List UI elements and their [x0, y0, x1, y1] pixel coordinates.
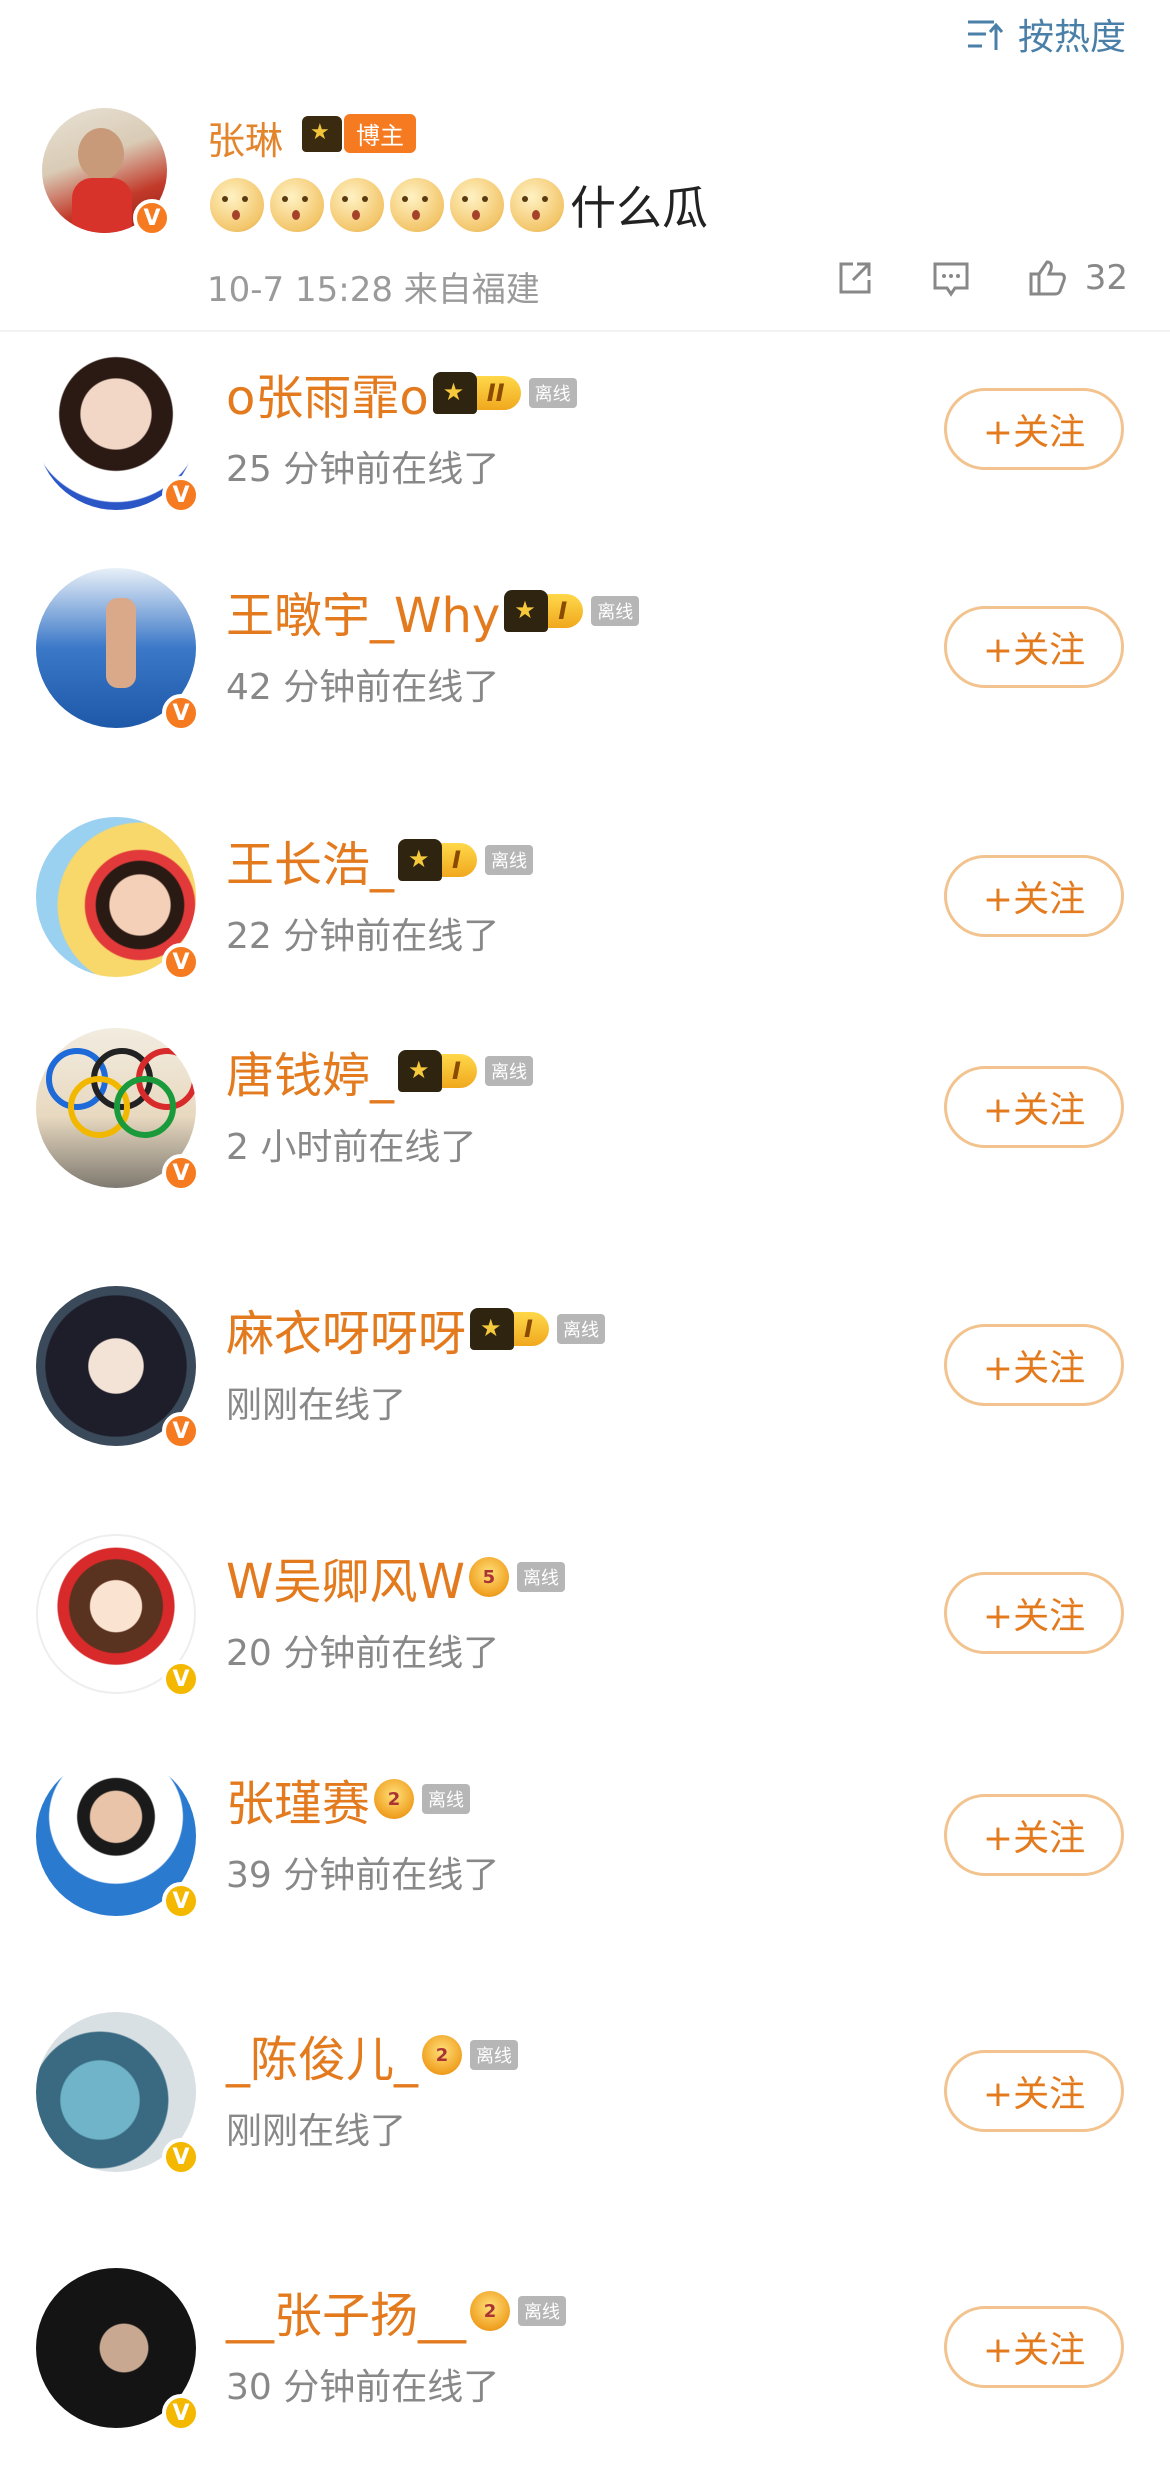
online-status: 30 分钟前在线了 [226, 2367, 500, 2408]
sort-label: 按热度 [1017, 17, 1126, 58]
online-status: 42 分钟前在线了 [226, 667, 500, 708]
follow-button[interactable]: +关注 [944, 1066, 1124, 1148]
user-name[interactable]: __张子扬__ [226, 2276, 466, 2346]
user-name[interactable]: _陈俊儿_ [226, 2020, 418, 2090]
verified-badge: V [162, 2394, 200, 2432]
offline-tag: 离线 [484, 1056, 533, 1086]
comment-date: 10-7 15:28 [207, 270, 393, 310]
comment-text: 什么瓜 [210, 172, 708, 238]
comment-body: 什么瓜 [570, 181, 708, 235]
crown-icon [432, 372, 477, 414]
user-name[interactable]: W吴卿风W [226, 1542, 465, 1612]
thumbs-up-icon [1029, 260, 1066, 296]
verified-badge: V [162, 1154, 200, 1192]
verified-badge: V [162, 1660, 200, 1698]
thinking-emoji-icon [390, 178, 444, 232]
follow-button[interactable]: +关注 [944, 1324, 1124, 1406]
thinking-emoji-icon [270, 178, 324, 232]
level-badge: I [504, 590, 584, 632]
offline-tag: 离线 [470, 2040, 519, 2070]
comment-actions: 32 [833, 256, 1128, 300]
verified-badge: V [133, 199, 171, 237]
avatar[interactable]: V [36, 1286, 200, 1450]
comment-author-avatar[interactable]: V [42, 108, 171, 237]
level-badge: I [398, 839, 477, 881]
like-button[interactable]: 32 [1025, 256, 1128, 300]
avatar[interactable]: V [36, 568, 200, 732]
user-name[interactable]: 麻衣呀呀呀 [226, 1294, 466, 1364]
follow-button[interactable]: +关注 [944, 855, 1124, 937]
avatar[interactable]: V [36, 1028, 200, 1192]
avatar[interactable]: V [36, 350, 200, 514]
vip-crown-icon: 2 [374, 1779, 415, 1819]
follow-button[interactable]: +关注 [944, 606, 1124, 688]
verified-badge: V [162, 2138, 200, 2176]
crown-icon [398, 1050, 443, 1092]
divider [0, 330, 1170, 332]
thinking-emoji-icon [330, 178, 384, 232]
user-name[interactable]: 王暾宇_Why [226, 576, 500, 646]
verified-badge: V [162, 943, 200, 981]
follow-button[interactable]: +关注 [944, 2306, 1124, 2388]
vip-crown-icon: 2 [470, 2291, 511, 2331]
level-badge: I [470, 1308, 549, 1350]
sort-icon [967, 20, 1004, 50]
level-badge: II [432, 372, 521, 414]
verified-badge: V [162, 694, 200, 732]
online-status: 39 分钟前在线了 [226, 1855, 500, 1896]
comment-author-name[interactable]: 张琳 [207, 110, 283, 165]
avatar[interactable]: V [36, 2012, 200, 2176]
blogger-badge: 博主 [302, 114, 416, 153]
follow-button[interactable]: +关注 [944, 388, 1124, 470]
avatar[interactable]: V [36, 1756, 200, 1920]
level-badge: I [398, 1050, 477, 1092]
offline-tag: 离线 [556, 1314, 605, 1344]
offline-tag: 离线 [528, 378, 577, 408]
user-name[interactable]: o张雨霏o [226, 358, 429, 428]
thinking-emoji-icon [510, 178, 564, 232]
verified-badge: V [162, 476, 200, 514]
avatar[interactable]: V [36, 2268, 200, 2432]
follow-button[interactable]: +关注 [944, 2050, 1124, 2132]
thinking-emoji-icon [210, 178, 264, 232]
comment-icon[interactable] [929, 256, 973, 300]
offline-tag: 离线 [516, 1562, 565, 1592]
crown-icon [302, 115, 342, 152]
crown-icon [398, 839, 443, 881]
vip-crown-icon: 2 [422, 2035, 463, 2075]
like-count: 32 [1084, 258, 1128, 298]
online-status: 25 分钟前在线了 [226, 449, 500, 490]
thinking-emoji-icon [450, 178, 504, 232]
offline-tag: 离线 [518, 2296, 567, 2326]
follow-button[interactable]: +关注 [944, 1572, 1124, 1654]
crown-icon [470, 1308, 515, 1350]
avatar[interactable]: V [36, 1534, 200, 1698]
online-status: 22 分钟前在线了 [226, 916, 500, 957]
verified-badge: V [162, 1412, 200, 1450]
user-name[interactable]: 张瑾赛 [226, 1764, 370, 1834]
user-name[interactable]: 唐钱婷_ [226, 1036, 394, 1106]
comment-meta: 10-7 15:28 来自福建 [207, 262, 540, 311]
comment-location: 来自福建 [403, 270, 540, 310]
follow-button[interactable]: +关注 [944, 1794, 1124, 1876]
offline-tag: 离线 [591, 596, 640, 626]
blogger-tag: 博主 [344, 114, 416, 153]
online-status: 刚刚在线了 [226, 1385, 407, 1426]
online-status: 20 分钟前在线了 [226, 1633, 500, 1674]
vip-crown-icon: 5 [468, 1557, 509, 1597]
online-status: 刚刚在线了 [226, 2111, 407, 2152]
crown-icon [504, 590, 549, 632]
avatar[interactable]: V [36, 817, 200, 981]
user-name[interactable]: 王长浩_ [226, 825, 394, 895]
offline-tag: 离线 [484, 845, 533, 875]
sort-by-hot-button[interactable]: 按热度 [964, 8, 1126, 60]
verified-badge: V [162, 1882, 200, 1920]
online-status: 2 小时前在线了 [226, 1127, 477, 1168]
share-icon[interactable] [833, 256, 877, 300]
offline-tag: 离线 [422, 1784, 471, 1814]
